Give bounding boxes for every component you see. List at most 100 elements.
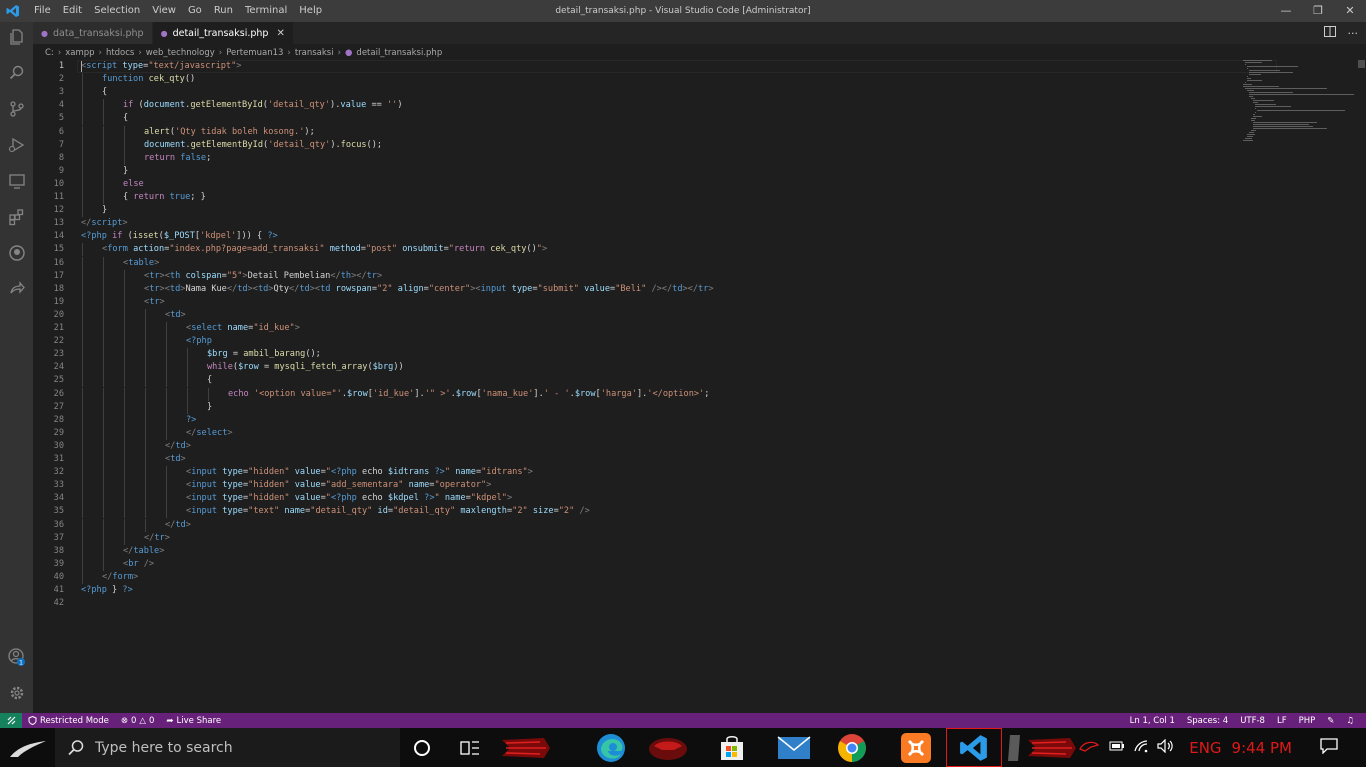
- code-line[interactable]: 16 <table>: [33, 257, 1233, 270]
- notifications-bell-icon[interactable]: ♫: [1340, 716, 1360, 726]
- code-line[interactable]: 20 <td>: [33, 309, 1233, 322]
- battery-icon[interactable]: [1109, 741, 1125, 754]
- close-window-icon[interactable]: ✕: [1334, 0, 1366, 22]
- live-share-status[interactable]: ➦ Live Share: [160, 716, 227, 726]
- code-line[interactable]: 35 <input type="text" name="detail_qty" i…: [33, 505, 1233, 518]
- code-line[interactable]: 4 if (document.getElementById('detail_qty…: [33, 99, 1233, 112]
- menu-view[interactable]: View: [146, 0, 182, 22]
- code-line[interactable]: 26 echo '<option value="'.$row['id_kue'].…: [33, 388, 1233, 401]
- code-line[interactable]: 6 alert('Qty tidak boleh kosong.');: [33, 126, 1233, 139]
- language-mode[interactable]: PHP: [1293, 716, 1322, 726]
- code-line[interactable]: 2 function cek_qty(): [33, 73, 1233, 86]
- code-line[interactable]: 19 <tr>: [33, 296, 1233, 309]
- start-button[interactable]: [0, 728, 55, 767]
- editor-scrollbar[interactable]: [1356, 60, 1366, 713]
- close-tab-icon[interactable]: ✕: [276, 28, 284, 39]
- code-line[interactable]: 18 <tr><td>Nama Kue</td><td>Qty</td><td r…: [33, 283, 1233, 296]
- breadcrumb-item[interactable]: C:: [45, 48, 54, 58]
- system-clock[interactable]: 9:44 PM: [1232, 739, 1292, 757]
- code-line[interactable]: 29 </select>: [33, 427, 1233, 440]
- breadcrumb-item[interactable]: web_technology: [146, 48, 215, 58]
- manage-gear-icon[interactable]: [0, 678, 33, 708]
- remote-indicator-icon[interactable]: [0, 713, 22, 728]
- source-control-icon[interactable]: [0, 94, 33, 124]
- code-line[interactable]: 11 { return true; }: [33, 191, 1233, 204]
- code-line[interactable]: 36 </td>: [33, 519, 1233, 532]
- live-share-icon[interactable]: [0, 274, 33, 304]
- indentation[interactable]: Spaces: 4: [1181, 716, 1234, 726]
- code-line[interactable]: 5{: [33, 112, 1233, 125]
- more-actions-icon[interactable]: ···: [1348, 27, 1359, 40]
- vscode-taskbar-icon[interactable]: [946, 728, 1002, 767]
- code-line[interactable]: 13 </script>: [33, 217, 1233, 230]
- tab-data-transaksi[interactable]: ● data_transaksi.php: [33, 22, 153, 44]
- edge-browser-icon[interactable]: [583, 728, 639, 767]
- code-line[interactable]: 21 <select name="id_kue">: [33, 322, 1233, 335]
- code-line[interactable]: 8 return false;: [33, 152, 1233, 165]
- menu-selection[interactable]: Selection: [88, 0, 146, 22]
- search-icon[interactable]: [0, 58, 33, 88]
- code-line[interactable]: 33 <input type="hidden" value="add_sement…: [33, 479, 1233, 492]
- menu-help[interactable]: Help: [293, 0, 328, 22]
- breadcrumb-item[interactable]: htdocs: [106, 48, 134, 58]
- code-line[interactable]: 1 <script type="text/javascript">: [33, 60, 1233, 73]
- menu-edit[interactable]: Edit: [57, 0, 88, 22]
- github-icon[interactable]: [0, 238, 33, 268]
- restore-icon[interactable]: ❐: [1302, 0, 1334, 22]
- run-debug-icon[interactable]: [0, 130, 33, 160]
- remote-explorer-icon[interactable]: [0, 166, 33, 196]
- code-line[interactable]: 3{: [33, 86, 1233, 99]
- code-line[interactable]: 9}: [33, 165, 1233, 178]
- accounts-icon[interactable]: 1: [0, 642, 33, 672]
- code-line[interactable]: 42: [33, 597, 1233, 610]
- extensions-icon[interactable]: [0, 202, 33, 232]
- explorer-icon[interactable]: [0, 22, 33, 52]
- mail-icon[interactable]: [766, 728, 822, 767]
- action-center-icon[interactable]: [1320, 738, 1338, 757]
- code-line[interactable]: 31 <td>: [33, 453, 1233, 466]
- code-line[interactable]: 28 ?>: [33, 414, 1233, 427]
- encoding[interactable]: UTF-8: [1234, 716, 1271, 726]
- menu-run[interactable]: Run: [208, 0, 239, 22]
- code-line[interactable]: 12}: [33, 204, 1233, 217]
- tab-detail-transaksi[interactable]: ● detail_transaksi.php ✕: [152, 22, 294, 44]
- code-line[interactable]: 41 <?php } ?>: [33, 584, 1233, 597]
- code-line[interactable]: 39 <br />: [33, 558, 1233, 571]
- menu-file[interactable]: File: [28, 0, 57, 22]
- code-line[interactable]: 7 document.getElementById('detail_qty').f…: [33, 139, 1233, 152]
- volume-icon[interactable]: [1157, 738, 1175, 756]
- rog-helmet-icon[interactable]: [640, 728, 696, 767]
- code-line[interactable]: 34 <input type="hidden" value="<?php echo…: [33, 492, 1233, 505]
- code-line[interactable]: 15 <form action="index.php?page=add_trans…: [33, 243, 1233, 256]
- xampp-icon[interactable]: [888, 728, 944, 767]
- code-line[interactable]: 38 </table>: [33, 545, 1233, 558]
- scroll-thumb[interactable]: [1358, 60, 1365, 68]
- code-line[interactable]: 10 else: [33, 178, 1233, 191]
- armoury-crate-icon[interactable]: [1024, 728, 1080, 767]
- code-line[interactable]: 24 while($row = mysqli_fetch_array($brg)): [33, 361, 1233, 374]
- wifi-icon[interactable]: [1133, 739, 1149, 756]
- minimize-icon[interactable]: —: [1270, 0, 1302, 22]
- chrome-icon[interactable]: [824, 728, 880, 767]
- split-editor-icon[interactable]: [1323, 26, 1336, 40]
- problems-indicator[interactable]: ⊗ 0 △ 0: [115, 716, 161, 726]
- breadcrumb-item[interactable]: detail_transaksi.php: [356, 48, 442, 58]
- rog-app-icon[interactable]: [498, 728, 554, 767]
- end-of-line[interactable]: LF: [1271, 716, 1293, 726]
- breadcrumb-item[interactable]: transaksi: [295, 48, 334, 58]
- code-line[interactable]: 25 {: [33, 374, 1233, 387]
- code-line[interactable]: 30 </td>: [33, 440, 1233, 453]
- code-line[interactable]: 32 <input type="hidden" value="<?php echo…: [33, 466, 1233, 479]
- task-view-icon[interactable]: [442, 728, 498, 767]
- code-line[interactable]: 27}: [33, 401, 1233, 414]
- code-line[interactable]: 22 <?php: [33, 335, 1233, 348]
- restricted-mode[interactable]: Restricted Mode: [22, 716, 115, 726]
- code-editor[interactable]: 1 <script type="text/javascript"> 2 functio…: [33, 60, 1333, 713]
- taskbar-search[interactable]: Type here to search: [55, 728, 400, 767]
- store-icon[interactable]: [704, 728, 760, 767]
- rog-tray-icon[interactable]: [1079, 739, 1100, 756]
- code-line[interactable]: 37 </tr>: [33, 532, 1233, 545]
- feedback-icon[interactable]: ✎: [1321, 716, 1340, 726]
- code-line[interactable]: 17 <tr><th colspan="5">Detail Pembelian</…: [33, 270, 1233, 283]
- breadcrumb-item[interactable]: xampp: [65, 48, 94, 58]
